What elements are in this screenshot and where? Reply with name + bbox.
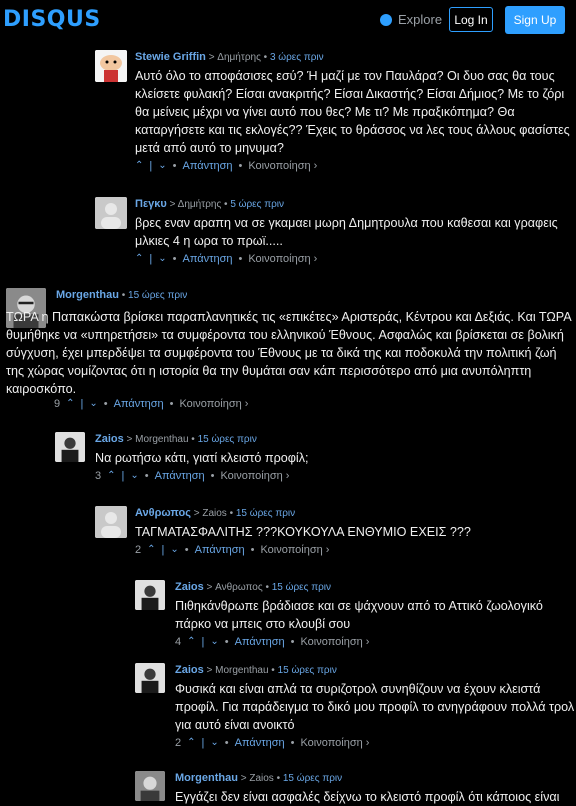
comment-meta: Zaios > Morgenthau • 15 ώρες πριν: [175, 664, 337, 676]
comment-time[interactable]: 15 ώρες πριν: [272, 582, 331, 593]
vote-count: 4: [175, 636, 182, 648]
comment-meta: Zaios > Ανθρωπος • 15 ώρες πριν: [175, 581, 332, 593]
vote-count: 3: [95, 470, 102, 482]
compass-icon: [380, 13, 392, 26]
explore-label: Explore: [398, 12, 443, 27]
comment-author[interactable]: Morgenthau: [175, 772, 238, 784]
reply-to[interactable]: > Morgenthau: [207, 665, 269, 676]
upvote-icon[interactable]: ⌃: [147, 543, 155, 557]
comment-author[interactable]: Ανθρωπος: [135, 507, 191, 519]
upvote-icon[interactable]: ⌃: [135, 252, 143, 266]
avatar[interactable]: [55, 432, 85, 462]
downvote-icon[interactable]: ⌄: [210, 635, 218, 649]
comment-meta: Morgenthau > Zaios • 15 ώρες πριν: [175, 772, 343, 784]
avatar[interactable]: [95, 506, 127, 538]
reply-button[interactable]: Απάντηση: [114, 397, 164, 411]
comment-text: Να ρωτήσω κάτι, γιατί κλειστό προφίλ;: [95, 451, 309, 465]
downvote-icon[interactable]: ⌄: [158, 159, 166, 173]
reply-button[interactable]: Απάντηση: [183, 159, 233, 173]
reply-button[interactable]: Απάντηση: [235, 635, 285, 649]
share-button[interactable]: Κοινοποίηση ›: [300, 736, 369, 750]
share-button[interactable]: Κοινοποίηση ›: [179, 397, 248, 411]
upvote-icon[interactable]: ⌃: [135, 159, 143, 173]
comment-text: Εγγάζει δεν είναι ασφαλές δείχνω το κλει…: [175, 790, 560, 804]
reply-to[interactable]: > Morgenthau: [127, 434, 189, 445]
comment-time[interactable]: 15 ώρες πριν: [278, 665, 337, 676]
comment-actions: ⌃ | ⌄ • Απάντηση • Κοινοποίηση ›: [135, 252, 318, 266]
comment-text: ΤΩΡΑ η Παπακώστα βρίσκει παραπλανητικές …: [6, 310, 571, 396]
avatar[interactable]: [135, 771, 165, 801]
comment-time[interactable]: 15 ώρες πριν: [236, 508, 295, 519]
vote-count: 2: [135, 544, 142, 556]
downvote-icon[interactable]: ⌄: [170, 543, 178, 557]
share-button[interactable]: Κοινοποίηση ›: [248, 252, 317, 266]
disqus-logo[interactable]: DISQUS: [3, 7, 101, 32]
comment-time[interactable]: 3 ώρες πριν: [270, 52, 324, 63]
comment-actions: 2 ⌃ | ⌄ • Απάντηση • Κοινοποίηση ›: [175, 736, 370, 750]
comment-meta: Stewie Griffin > Δημήτρης • 3 ώρες πριν: [135, 51, 324, 63]
comment-time[interactable]: 5 ώρες πριν: [230, 199, 284, 210]
avatar[interactable]: [95, 197, 127, 229]
upvote-icon[interactable]: ⌃: [66, 397, 74, 411]
comment-time[interactable]: 15 ώρες πριν: [283, 773, 342, 784]
upvote-icon[interactable]: ⌃: [107, 469, 115, 483]
reply-button[interactable]: Απάντηση: [195, 543, 245, 557]
comment-author[interactable]: Stewie Griffin: [135, 51, 206, 63]
comment-meta: Morgenthau • 15 ώρες πριν: [56, 289, 188, 301]
comment-author[interactable]: Morgenthau: [56, 289, 119, 301]
comment-meta: Ανθρωπος > Zaios • 15 ώρες πριν: [135, 507, 296, 519]
upvote-icon[interactable]: ⌃: [187, 736, 195, 750]
comment-text: Αυτό όλο το αποφάσισες εσύ? Ή μαζί με το…: [135, 69, 570, 155]
avatar[interactable]: [135, 580, 165, 610]
reply-button[interactable]: Απάντηση: [183, 252, 233, 266]
share-button[interactable]: Κοινοποίηση ›: [300, 635, 369, 649]
upvote-icon[interactable]: ⌃: [187, 635, 195, 649]
reply-to[interactable]: > Ανθρωπος: [207, 582, 263, 593]
comment-actions: 3 ⌃ | ⌄ • Απάντηση • Κοινοποίηση ›: [95, 469, 290, 483]
comment-actions: 4 ⌃ | ⌄ • Απάντηση • Κοινοποίηση ›: [175, 635, 370, 649]
vote-count: 2: [175, 737, 182, 749]
comment-text: Φυσικά και είναι απλά τα συριζοτρολ συνη…: [175, 682, 575, 732]
downvote-icon[interactable]: ⌄: [130, 469, 138, 483]
login-button[interactable]: Log In: [449, 7, 493, 32]
comment-actions: 2 ⌃ | ⌄ • Απάντηση • Κοινοποίηση ›: [135, 543, 330, 557]
downvote-icon[interactable]: ⌄: [158, 252, 166, 266]
avatar[interactable]: [95, 50, 127, 82]
share-button[interactable]: Κοινοποίηση ›: [248, 159, 317, 173]
comment-author[interactable]: Πεγκυ: [135, 198, 167, 210]
reply-button[interactable]: Απάντηση: [235, 736, 285, 750]
downvote-icon[interactable]: ⌄: [89, 397, 97, 411]
top-bar: DISQUS Explore Log In Sign Up: [0, 0, 576, 40]
reply-to[interactable]: > Δημήτρης: [209, 52, 261, 63]
avatar[interactable]: [135, 663, 165, 693]
share-button[interactable]: Κοινοποίηση ›: [220, 469, 289, 483]
comment-time[interactable]: 15 ώρες πριν: [128, 290, 187, 301]
comment-time[interactable]: 15 ώρες πριν: [198, 434, 257, 445]
comment-author[interactable]: Zaios: [175, 664, 204, 676]
comment-author[interactable]: Zaios: [175, 581, 204, 593]
signup-button[interactable]: Sign Up: [505, 6, 565, 34]
reply-button[interactable]: Απάντηση: [155, 469, 205, 483]
comment-text: Πιθηκάνθρωπε βράδιασε και σε ψάχνουν από…: [175, 599, 543, 631]
reply-to[interactable]: > Zaios: [241, 773, 274, 784]
comment-text: βρες εναν αραπη να σε γκαμαει μωρη Δημητ…: [135, 216, 558, 248]
comment-actions: ⌃ | ⌄ • Απάντηση • Κοινοποίηση ›: [135, 159, 318, 173]
downvote-icon[interactable]: ⌄: [210, 736, 218, 750]
explore-link[interactable]: Explore: [380, 12, 442, 27]
reply-to[interactable]: > Δημήτρης: [170, 199, 222, 210]
reply-to[interactable]: > Zaios: [194, 508, 227, 519]
comment-meta: Πεγκυ > Δημήτρης • 5 ώρες πριν: [135, 198, 285, 210]
comment-text: ΤΑΓΜΑΤΑΣΦΑΛΙΤΗΣ ???ΚΟΥΚΟΥΛΑ ΕΝΘΥΜΙΟ ΕΧΕΙ…: [135, 525, 471, 539]
comment-author[interactable]: Zaios: [95, 433, 124, 445]
comment-meta: Zaios > Morgenthau • 15 ώρες πριν: [95, 433, 257, 445]
share-button[interactable]: Κοινοποίηση ›: [260, 543, 329, 557]
vote-count: 9: [54, 398, 61, 410]
comment-actions: 9 ⌃ | ⌄ • Απάντηση • Κοινοποίηση ›: [54, 397, 249, 411]
